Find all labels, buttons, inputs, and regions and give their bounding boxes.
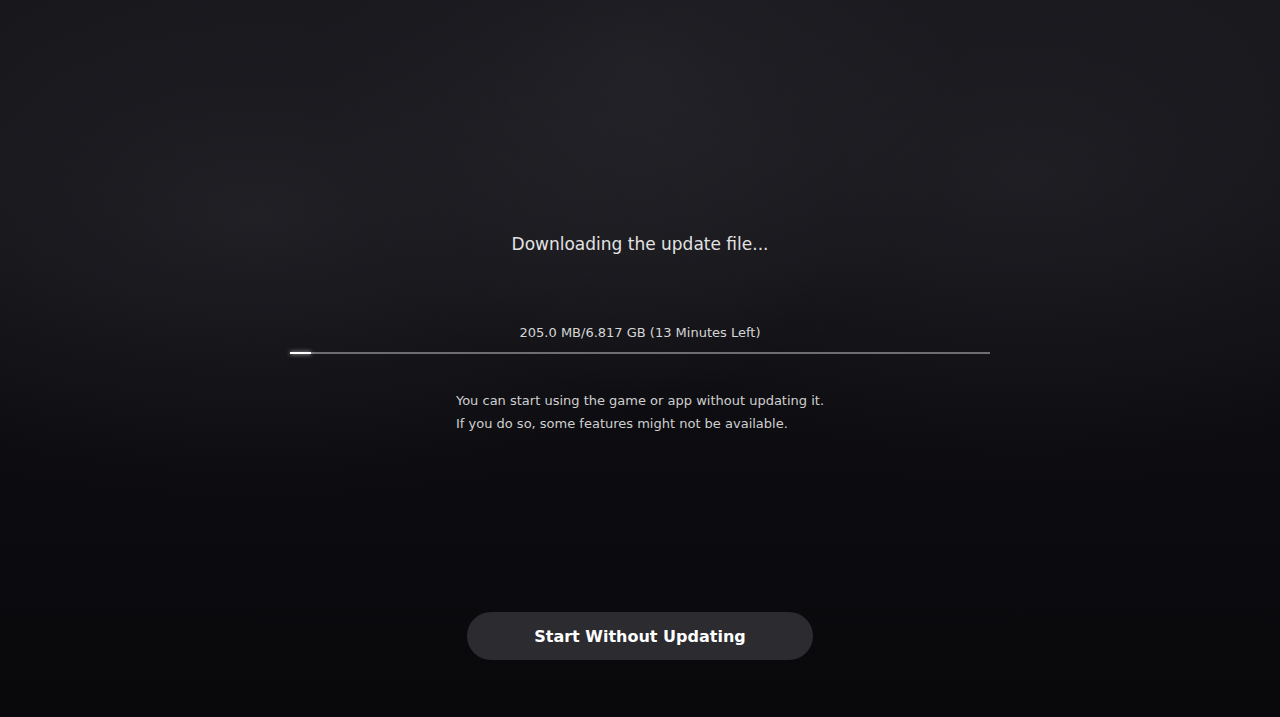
progress-track [290, 352, 990, 354]
progress-fill [290, 352, 311, 354]
start-without-updating-button[interactable]: Start Without Updating [467, 612, 813, 660]
note-line: If you do so, some features might not be… [456, 412, 788, 435]
progress-reading: 205.0 MB/6.817 GB (13 Minutes Left) [520, 323, 761, 343]
note-line: You can start using the game or app with… [456, 389, 824, 412]
notes: You can start using the game or app with… [456, 389, 824, 435]
status-title: Downloading the update file... [512, 233, 769, 255]
update-screen: Downloading the update file... 205.0 MB/6… [0, 0, 1280, 717]
progress-block: 205.0 MB/6.817 GB (13 Minutes Left) [290, 323, 990, 354]
